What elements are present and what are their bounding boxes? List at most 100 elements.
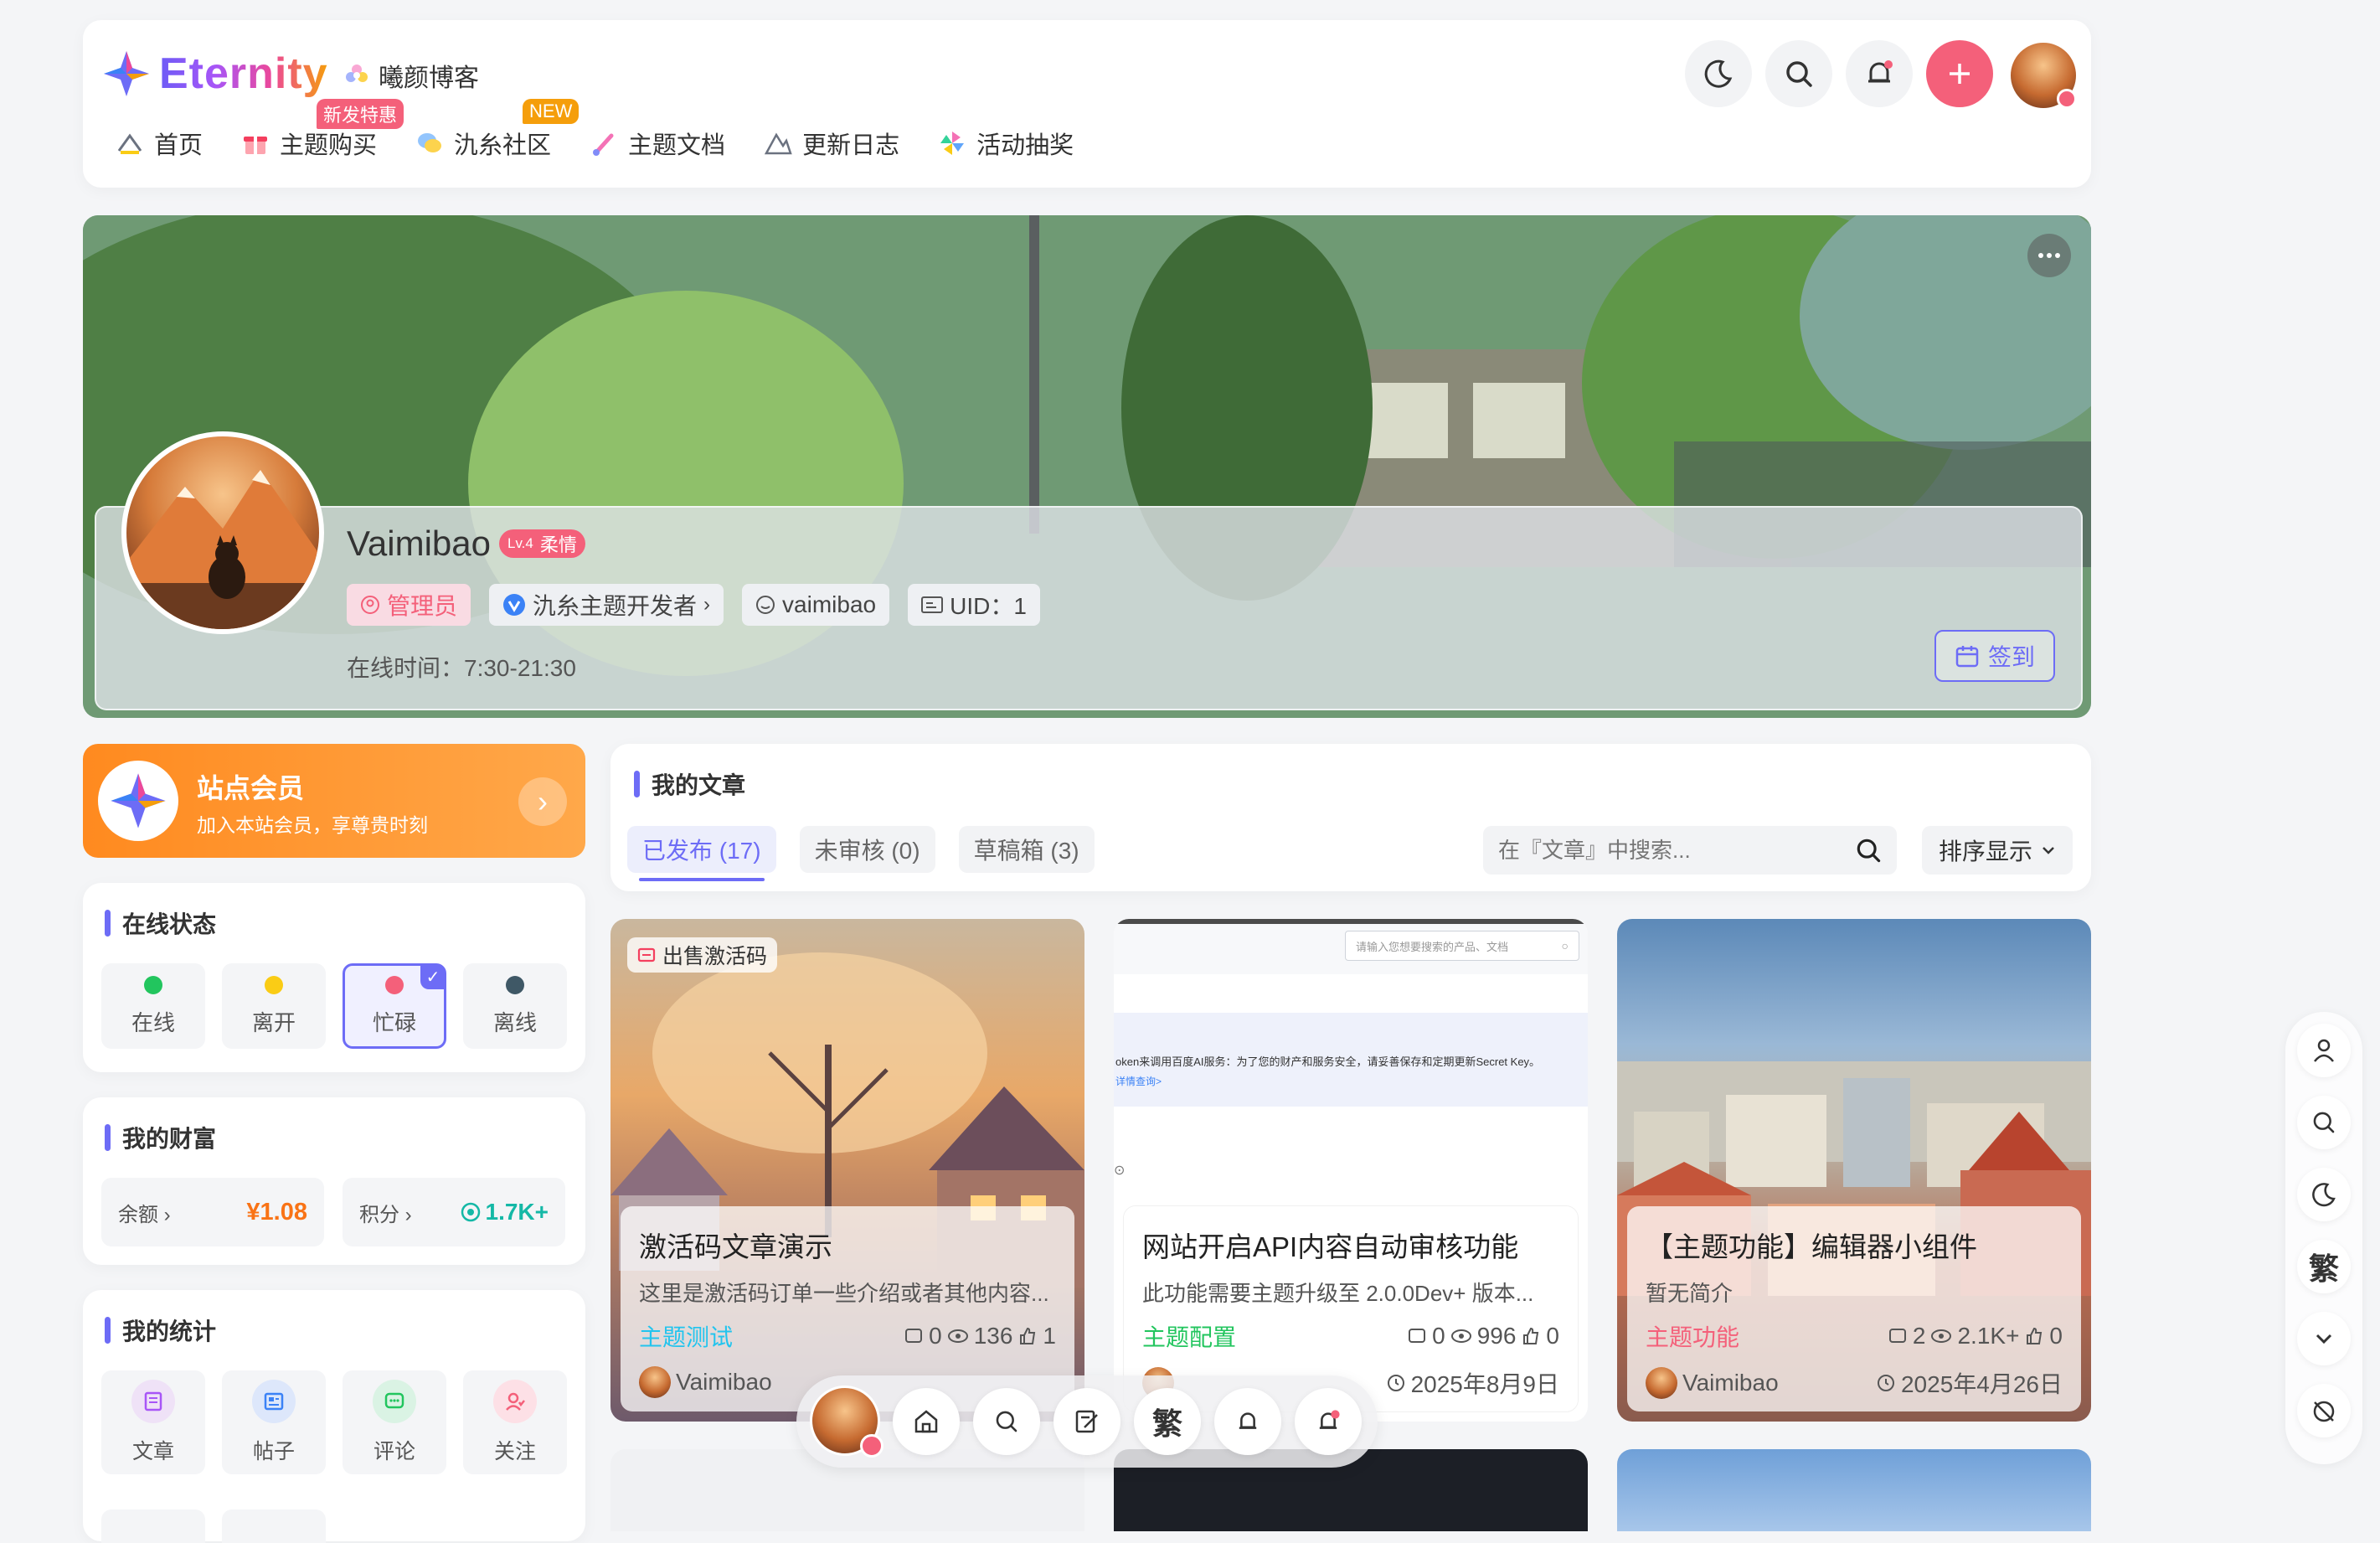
dock-search-button[interactable] bbox=[973, 1388, 1040, 1455]
create-button[interactable] bbox=[1926, 40, 1993, 107]
article-card[interactable]: 出售激活码 激活码文章演示 这里是激活码订单一些介绍或者其他内容... 主题测试… bbox=[610, 919, 1084, 1422]
banner-more-button[interactable] bbox=[2027, 234, 2071, 277]
points-box[interactable]: 积分 › 1.7K+ bbox=[343, 1178, 565, 1246]
membership-arrow-icon[interactable]: › bbox=[518, 777, 567, 826]
level-title: 柔情 bbox=[539, 534, 577, 555]
stat-articles[interactable]: 文章 bbox=[101, 1370, 205, 1474]
article-views: 2.1K+ bbox=[1957, 1323, 2020, 1349]
side-search-button[interactable] bbox=[2297, 1096, 2351, 1149]
points-value: 1.7K+ bbox=[485, 1199, 549, 1225]
article-meta-row: 主题功能 2 2.1K+ 0 bbox=[1646, 1319, 2063, 1353]
status-online[interactable]: 在线 bbox=[101, 963, 205, 1049]
main-nav: 首页 新发特惠 主题购买 NEW 氿糸社区 主题文档 更新日志 活动抽奖 bbox=[116, 99, 1074, 161]
uid-tag: UID：1 bbox=[908, 584, 1040, 626]
status-offline[interactable]: 离线 bbox=[463, 963, 567, 1049]
nav-docs[interactable]: 主题文档 bbox=[590, 126, 725, 161]
sort-dropdown[interactable]: 排序显示 bbox=[1922, 826, 2073, 875]
search-icon[interactable] bbox=[1853, 835, 1883, 865]
profile-name: Vaimibao bbox=[347, 524, 491, 563]
article-search[interactable] bbox=[1483, 826, 1897, 875]
post-icon bbox=[252, 1380, 296, 1423]
stat-comments[interactable]: 评论 bbox=[343, 1370, 446, 1474]
article-date: 2025年4月26日 bbox=[1876, 1366, 2063, 1400]
selected-check-icon: ✓ bbox=[420, 964, 446, 989]
membership-card[interactable]: 站点会员 加入本站会员，享尊贵时刻 › bbox=[83, 744, 585, 858]
home-icon bbox=[117, 133, 142, 154]
nav-changelog[interactable]: 更新日志 bbox=[764, 126, 899, 161]
coin-icon bbox=[461, 1202, 480, 1222]
screenshot-search: 请输入您想要搜索的产品、文档 ○ bbox=[1345, 931, 1579, 961]
follow-icon bbox=[493, 1380, 537, 1423]
verified-developer-tag[interactable]: 氿糸主题开发者 › bbox=[489, 584, 724, 626]
status-busy[interactable]: ✓ 忙碌 bbox=[343, 963, 446, 1049]
membership-logo bbox=[98, 761, 178, 841]
article-category[interactable]: 主题功能 bbox=[1646, 1319, 1739, 1353]
article-author[interactable]: Vaimibao bbox=[1646, 1367, 1779, 1399]
article-card-next[interactable] bbox=[1617, 1449, 2091, 1531]
article-category[interactable]: 主题配置 bbox=[1142, 1319, 1236, 1353]
comment-icon bbox=[1409, 1329, 1426, 1343]
verified-tag-label: 氿糸主题开发者 bbox=[533, 593, 698, 619]
status-away[interactable]: 离开 bbox=[222, 963, 326, 1049]
stat-follows-label: 关注 bbox=[493, 1440, 536, 1463]
tab-published[interactable]: 已发布 (17) bbox=[627, 826, 776, 881]
article-meta-row: 主题测试 0 136 1 bbox=[639, 1319, 1056, 1353]
nav-community[interactable]: NEW 氿糸社区 bbox=[415, 99, 580, 161]
chevron-right-icon: › bbox=[703, 593, 711, 616]
logo-text: Eternity bbox=[159, 49, 328, 98]
dock-notification-button[interactable] bbox=[1295, 1388, 1362, 1455]
bell-icon bbox=[1239, 1412, 1257, 1429]
dock-write-button[interactable] bbox=[1053, 1388, 1120, 1455]
article-badge-label: 出售激活码 bbox=[662, 945, 768, 968]
pinwheel-icon bbox=[940, 132, 965, 155]
side-user-button[interactable] bbox=[2297, 1024, 2351, 1077]
stat-follows[interactable]: 关注 bbox=[463, 1370, 567, 1474]
article-title[interactable]: 【主题功能】编辑器小组件 bbox=[1646, 1225, 2063, 1265]
section-bar bbox=[105, 1317, 111, 1344]
stat-posts[interactable]: 帖子 bbox=[222, 1370, 326, 1474]
ticket-icon bbox=[637, 947, 656, 962]
site-name[interactable]: 曦颜博客 bbox=[343, 57, 479, 94]
id-card-icon bbox=[921, 596, 944, 613]
signin-label: 签到 bbox=[1987, 644, 2035, 670]
eye-icon bbox=[947, 1329, 968, 1343]
profile-avatar[interactable] bbox=[121, 431, 324, 634]
balance-value: ¥1.08 bbox=[246, 1198, 307, 1226]
dock-traditional-button[interactable]: 繁 bbox=[1134, 1388, 1201, 1455]
chat-icon bbox=[418, 133, 442, 152]
side-alarm-button[interactable] bbox=[2297, 1384, 2351, 1437]
alarm-off-icon bbox=[2313, 1401, 2335, 1422]
article-title[interactable]: 网站开启API内容自动审核功能 bbox=[1142, 1225, 1559, 1265]
site-logo[interactable]: Eternity bbox=[102, 49, 328, 99]
status-busy-label: 忙碌 bbox=[372, 1009, 416, 1035]
tab-pending[interactable]: 未审核 (0) bbox=[799, 826, 935, 873]
article-author[interactable]: Vaimibao bbox=[639, 1366, 772, 1398]
header-search-button[interactable] bbox=[1765, 40, 1832, 107]
nav-lottery[interactable]: 活动抽奖 bbox=[938, 126, 1074, 161]
online-status-header: 在线状态 bbox=[105, 906, 216, 940]
signin-button[interactable]: 签到 bbox=[1934, 630, 2055, 682]
thumbs-up-icon bbox=[1523, 1327, 1539, 1344]
dark-mode-button[interactable] bbox=[1685, 40, 1752, 107]
side-scroll-down-button[interactable] bbox=[2297, 1312, 2351, 1365]
avatar-online-dot bbox=[2057, 89, 2077, 109]
dock-home-button[interactable] bbox=[893, 1388, 960, 1455]
stat-row-next bbox=[101, 1509, 205, 1543]
nav-buy-theme[interactable]: 新发特惠 主题购买 bbox=[241, 99, 404, 161]
balance-box[interactable]: 余额 › ¥1.08 bbox=[101, 1178, 324, 1246]
screenshot-notice: oken来调用百度AI服务：为了您的财产和服务安全，请妥善保存和定期更新Secr… bbox=[1114, 1013, 1588, 1107]
online-status-title: 在线状态 bbox=[122, 911, 217, 937]
notification-button[interactable] bbox=[1846, 40, 1913, 107]
article-card[interactable]: 请输入您想要搜索的产品、文档 ○ oken来调用百度AI服务：为了您的财产和服务… bbox=[1114, 919, 1588, 1422]
side-traditional-button[interactable]: 繁 bbox=[2297, 1240, 2351, 1293]
stats-card: 我的统计 文章 帖子 评论 关注 bbox=[83, 1290, 585, 1543]
article-search-input[interactable] bbox=[1497, 836, 1853, 864]
article-category[interactable]: 主题测试 bbox=[639, 1319, 733, 1353]
dock-bell-button[interactable] bbox=[1214, 1388, 1281, 1455]
nav-home[interactable]: 首页 bbox=[116, 126, 203, 161]
tab-drafts[interactable]: 草稿箱 (3) bbox=[958, 826, 1095, 873]
article-info: 【主题功能】编辑器小组件 暂无简介 主题功能 2 2.1K+ 0 Vaimiba… bbox=[1627, 1206, 2081, 1411]
article-title[interactable]: 激活码文章演示 bbox=[639, 1225, 1056, 1265]
side-dark-mode-button[interactable] bbox=[2297, 1168, 2351, 1221]
article-card[interactable]: 【主题功能】编辑器小组件 暂无简介 主题功能 2 2.1K+ 0 Vaimiba… bbox=[1617, 919, 2091, 1422]
